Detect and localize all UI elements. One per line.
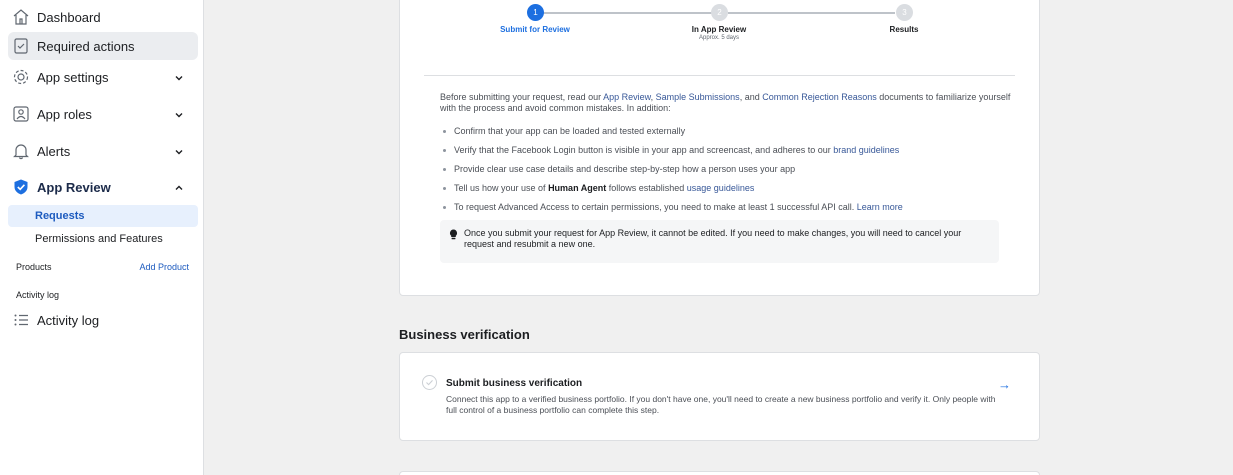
checklist-item: To request Advanced Access to certain pe…	[440, 202, 1015, 221]
app-review-card: 1 Submit for Review 2 In App Review Appr…	[399, 0, 1040, 296]
stepper-line	[543, 12, 713, 14]
business-verification-card[interactable]: Submit business verification Connect thi…	[399, 352, 1040, 441]
business-verification-title: Submit business verification	[446, 378, 583, 389]
app-review-link[interactable]: App Review	[603, 92, 651, 102]
bell-icon	[12, 142, 30, 160]
lightbulb-icon	[449, 229, 458, 243]
stepper-line	[728, 12, 895, 14]
chevron-up-icon[interactable]	[174, 181, 184, 196]
intro-text: Before submitting your request, read our	[440, 92, 604, 102]
chevron-down-icon[interactable]	[174, 108, 184, 123]
review-checklist: Confirm that your app can be loaded and …	[440, 126, 1015, 221]
sidebar-item-app-review[interactable]: App Review	[8, 173, 198, 201]
sidebar-item-label: Activity log	[37, 312, 100, 328]
usage-guidelines-link[interactable]: usage guidelines	[687, 183, 755, 193]
common-rejection-reasons-link[interactable]: Common Rejection Reasons	[762, 92, 877, 102]
list-icon	[12, 311, 30, 329]
checklist-item-text: follows established	[606, 183, 687, 193]
checklist-item-text: Confirm that your app can be loaded and …	[454, 126, 686, 136]
sample-submissions-link[interactable]: Sample Submissions	[656, 92, 740, 102]
add-product-link[interactable]: Add Product	[139, 262, 189, 272]
clipboard-check-icon	[12, 37, 30, 55]
next-section-card	[399, 471, 1040, 475]
sidebar-item-app-settings[interactable]: App settings	[8, 63, 198, 91]
sidebar-item-label: Alerts	[37, 143, 71, 159]
products-section-label: Products	[16, 262, 52, 272]
sidebar-subitem-permissions-features[interactable]: Permissions and Features	[8, 228, 198, 250]
sidebar-item-activity-log[interactable]: Activity log	[8, 306, 198, 334]
checklist-item: Confirm that your app can be loaded and …	[440, 126, 1015, 145]
arrow-right-icon[interactable]: →	[998, 377, 1011, 392]
permission-name: Human Agent	[548, 183, 607, 193]
checklist-item-text: Provide clear use case details and descr…	[454, 164, 796, 174]
step-2-label: In App Review	[691, 25, 747, 34]
sidebar-item-dashboard[interactable]: Dashboard	[8, 3, 198, 31]
home-icon	[12, 8, 30, 26]
review-intro-text: Before submitting your request, read our…	[440, 92, 1015, 114]
sidebar-item-label: App settings	[37, 69, 109, 85]
person-badge-icon	[12, 105, 30, 123]
sidebar-item-alerts[interactable]: Alerts	[8, 137, 198, 165]
divider	[424, 75, 1015, 76]
intro-separator: , and	[739, 92, 763, 102]
business-verification-description: Connect this app to a verified business …	[446, 394, 996, 415]
shield-check-icon	[12, 178, 30, 196]
sidebar-item-label: App Review	[37, 179, 111, 195]
sidebar: Dashboard Required actions App settings …	[0, 0, 204, 475]
step-2-dot: 2	[711, 4, 728, 21]
sidebar-subitem-requests[interactable]: Requests	[8, 205, 198, 227]
chevron-down-icon[interactable]	[174, 71, 184, 86]
edit-warning-notice: Once you submit your request for App Rev…	[440, 220, 999, 263]
sidebar-item-label: Required actions	[37, 38, 135, 54]
sidebar-item-required-actions[interactable]: Required actions	[8, 32, 198, 60]
sidebar-item-label: Dashboard	[37, 9, 101, 25]
step-3-label: Results	[889, 25, 919, 34]
step-2-sublabel: Approx. 5 days	[698, 35, 740, 41]
sidebar-item-app-roles[interactable]: App roles	[8, 100, 198, 128]
checklist-item-text: Tell us how your use of	[454, 183, 549, 193]
activity-log-section-label: Activity log	[16, 290, 60, 300]
business-verification-heading: Business verification	[399, 327, 530, 342]
gear-icon	[12, 68, 30, 86]
review-stepper: 1 Submit for Review 2 In App Review Appr…	[400, 0, 1039, 55]
checklist-item-text: To request Advanced Access to certain pe…	[454, 202, 857, 212]
brand-guidelines-link[interactable]: brand guidelines	[833, 145, 899, 155]
step-1-dot: 1	[527, 4, 544, 21]
sidebar-item-label: App roles	[37, 106, 92, 122]
checklist-item: Verify that the Facebook Login button is…	[440, 145, 1015, 164]
checklist-item: Tell us how your use of Human Agent foll…	[440, 183, 1015, 202]
step-1-label: Submit for Review	[500, 25, 570, 34]
chevron-down-icon[interactable]	[174, 145, 184, 160]
check-circle-icon	[422, 375, 437, 390]
checklist-item: Provide clear use case details and descr…	[440, 164, 1015, 183]
step-3-dot: 3	[896, 4, 913, 21]
checklist-item-text: Verify that the Facebook Login button is…	[454, 145, 834, 155]
notice-text: Once you submit your request for App Rev…	[464, 228, 962, 249]
learn-more-link[interactable]: Learn more	[857, 202, 903, 212]
